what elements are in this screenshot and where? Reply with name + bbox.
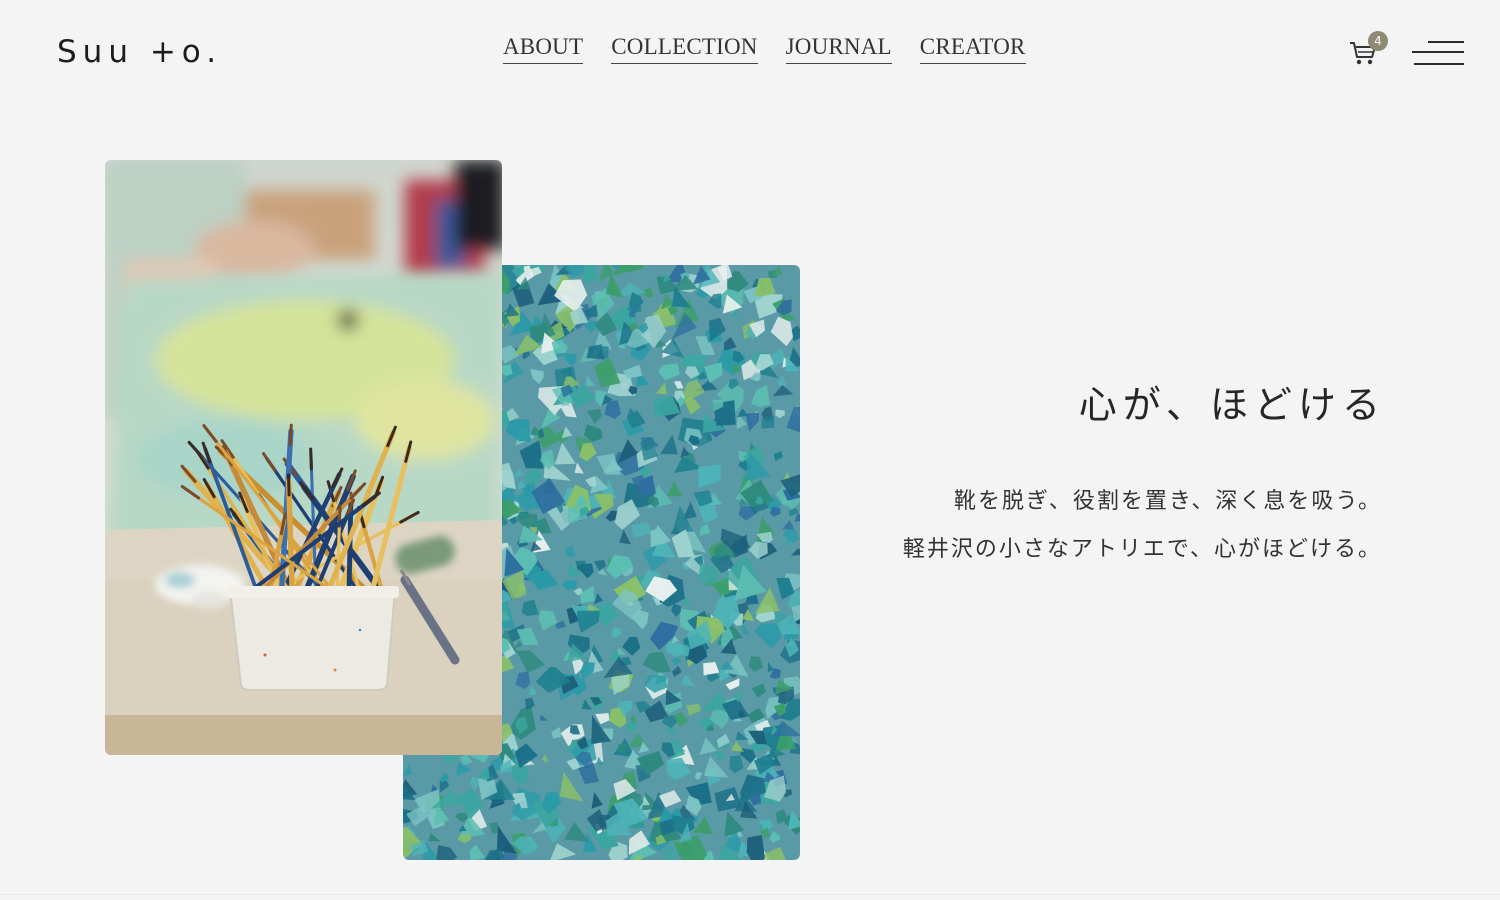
nav-item-journal[interactable]: JOURNAL [785,34,892,64]
footer-divider [0,894,1500,895]
cart-button[interactable]: 4 [1348,31,1388,70]
hero-headline: 心が、ほどける [1078,383,1386,427]
cart-count-badge: 4 [1368,31,1388,51]
nav-item-about[interactable]: ABOUT [503,34,584,64]
hero-body: 靴を脱ぎ、役割を置き、深く息を吸う。 軽井沢の小さなアトリエで、心がほどける。 [903,478,1382,574]
hero-line-2: 軽井沢の小さなアトリエで、心がほどける。 [902,537,1382,562]
hero-line-1: 靴を脱ぎ、役割を置き、深く息を吸う。 [953,489,1382,514]
paintbrush-photo [105,160,502,755]
brand-logo[interactable]: Suu +o. [57,34,222,70]
nav-item-creator[interactable]: CREATOR [919,34,1026,64]
hamburger-menu-icon[interactable] [1412,38,1464,68]
nav-item-collection[interactable]: COLLECTION [611,34,758,64]
main-nav: ABOUT COLLECTION JOURNAL CREATOR [503,34,1026,64]
page: Suu +o. ABOUT COLLECTION JOURNAL CREATOR… [0,0,1500,900]
